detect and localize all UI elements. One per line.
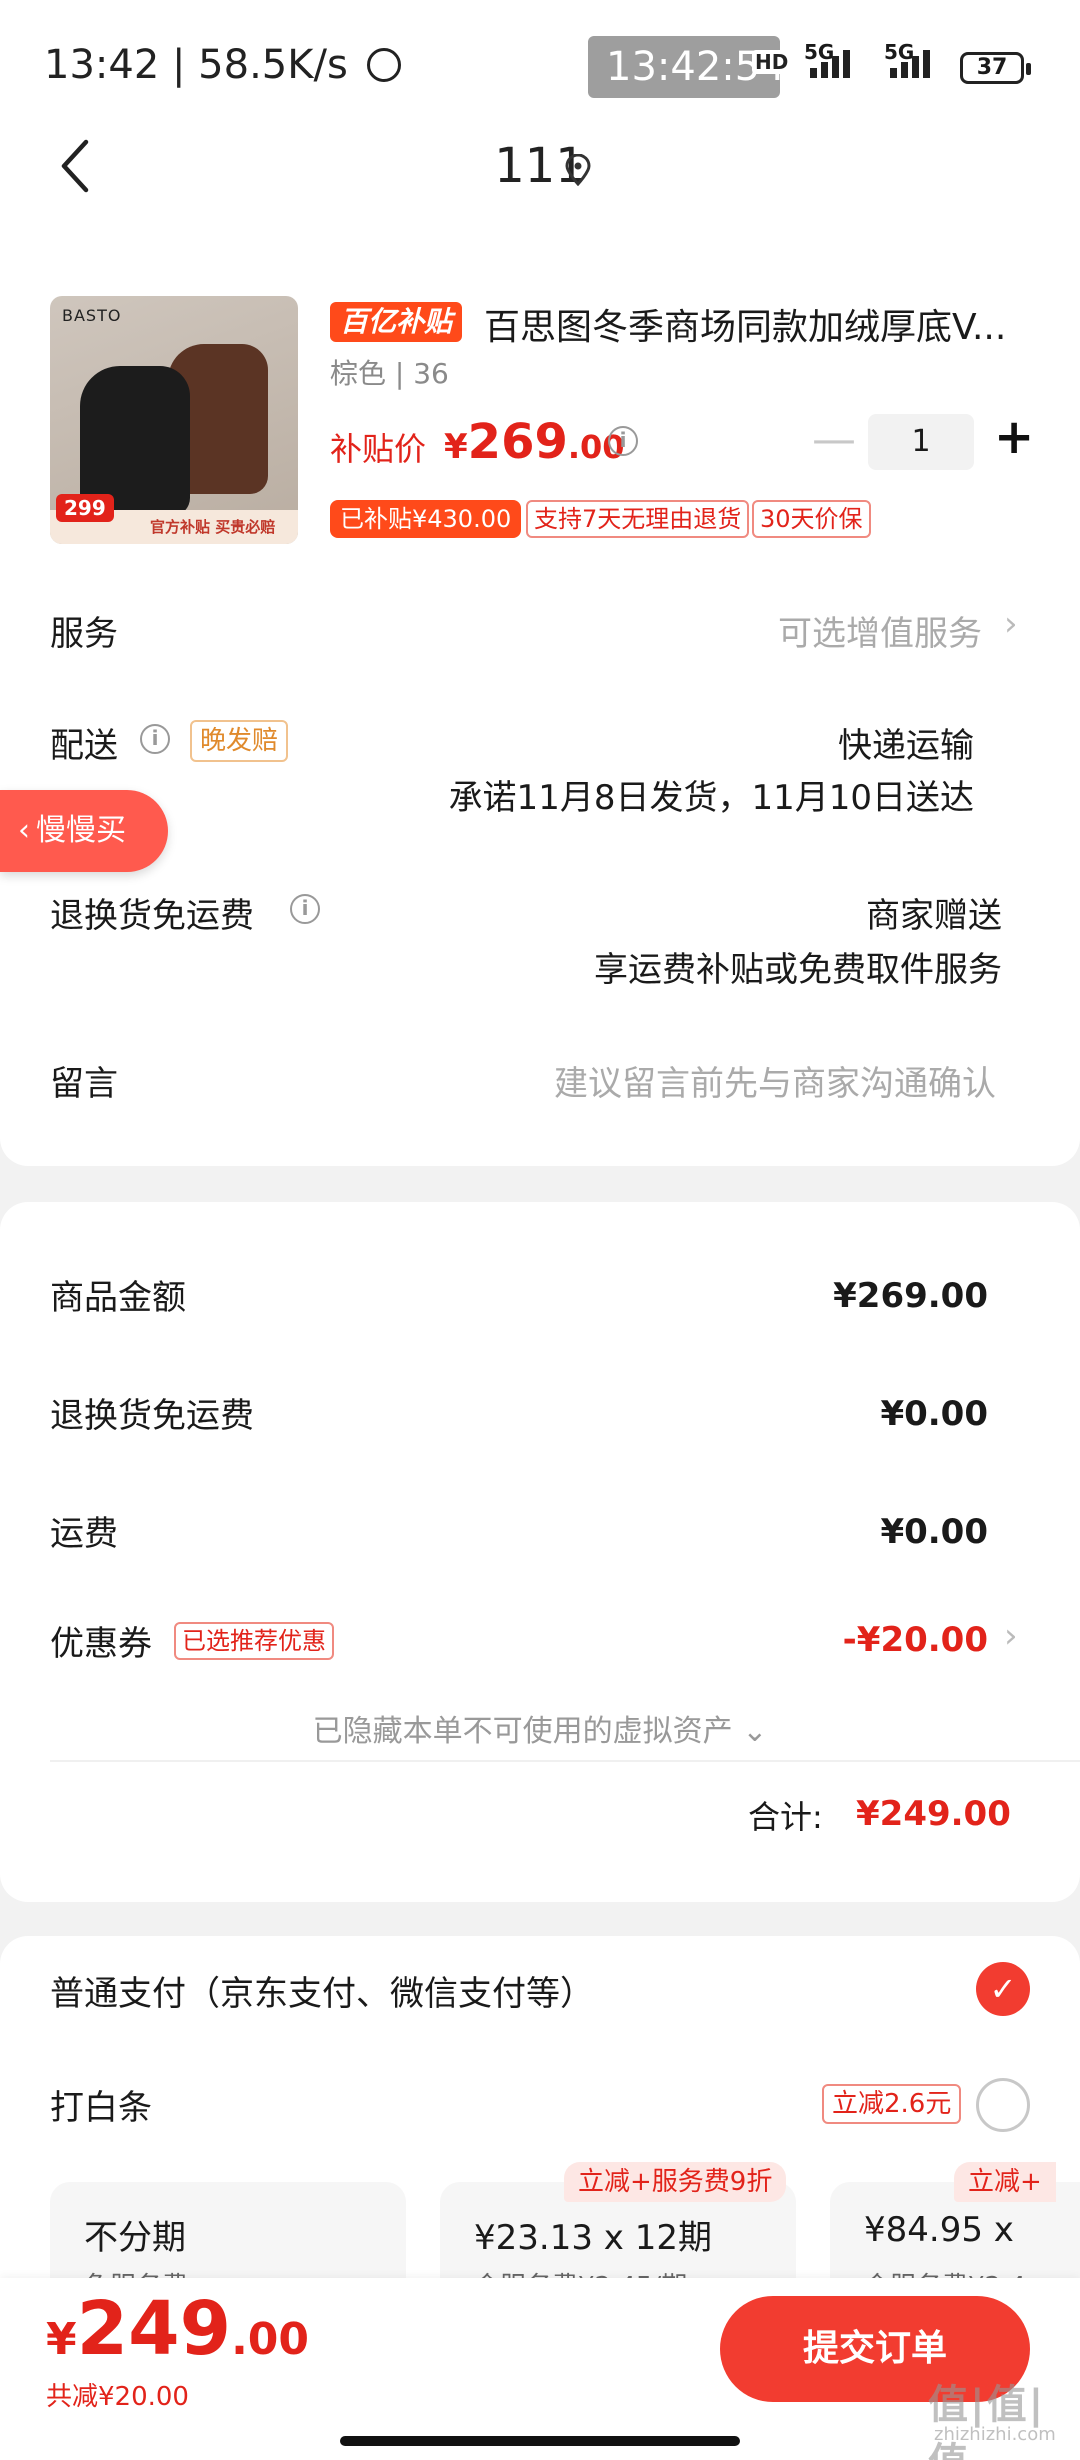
- chevron-left-icon: ‹: [18, 813, 30, 848]
- return-fee-label: 退换货免运费: [50, 1396, 254, 1436]
- plan-promo-badge: 立减+服务费9折: [564, 2162, 787, 2202]
- bottom-total-price: ¥249.00: [46, 2286, 309, 2372]
- hd-badge: HD: [752, 50, 792, 74]
- bottom-total-integer: 249: [76, 2286, 232, 2372]
- coupon-recommended-tag: 已选推荐优惠: [174, 1622, 334, 1660]
- message-input[interactable]: 建议留言前先与商家沟通确认: [554, 1056, 996, 1105]
- info-icon[interactable]: i: [290, 894, 320, 924]
- unchecked-radio[interactable]: [976, 2078, 1030, 2132]
- quantity-plus-button[interactable]: +: [994, 412, 1034, 462]
- delivery-label: 配送: [50, 726, 118, 766]
- return-fee-value: ¥0.00: [880, 1394, 988, 1434]
- service-value[interactable]: 可选增值服务: [778, 606, 982, 655]
- delivery-promise: 承诺11月8日发货，11月10日送达: [448, 778, 974, 818]
- quantity-minus-button[interactable]: —: [812, 418, 856, 462]
- home-indicator[interactable]: [340, 2436, 740, 2446]
- hidden-assets-text: 已隐藏本单不可使用的虚拟资产: [312, 1714, 733, 1749]
- slow-buy-label: 慢慢买: [36, 813, 126, 848]
- total-value: ¥249.00: [856, 1794, 1011, 1834]
- product-image[interactable]: BASTO 官方补贴 买贵必赔 299: [50, 296, 298, 544]
- price-label: 补贴价: [330, 430, 427, 468]
- hidden-assets-toggle[interactable]: 已隐藏本单不可使用的虚拟资产 ⌄: [0, 1706, 1080, 1750]
- shipping-fee-label: 运费: [50, 1514, 118, 1554]
- bottom-total-decimal: .00: [231, 2314, 310, 2365]
- plan-promo-badge: 立减+: [954, 2162, 1056, 2202]
- coupon-value[interactable]: -¥20.00: [843, 1620, 988, 1660]
- quantity-input[interactable]: 1: [868, 414, 974, 470]
- battery-level: 37: [976, 55, 1008, 80]
- goods-amount-label: 商品金额: [50, 1278, 186, 1318]
- chevron-right-icon[interactable]: ›: [1004, 1616, 1018, 1656]
- chevron-right-icon[interactable]: ›: [1004, 604, 1018, 644]
- return-shipping-sub: 享运费补贴或免费取件服务: [594, 950, 1002, 990]
- image-price-tag: 299: [56, 494, 114, 522]
- divider: [50, 1760, 1080, 1762]
- plan-title: 不分期: [84, 2218, 186, 2258]
- price-integer: 269: [467, 414, 568, 470]
- signal-icon-2: [890, 50, 934, 84]
- info-icon[interactable]: i: [140, 724, 170, 754]
- message-label: 留言: [50, 1064, 118, 1104]
- slow-buy-floating-button[interactable]: ‹ 慢慢买: [0, 790, 168, 872]
- location-pin-icon[interactable]: [564, 154, 592, 186]
- baitiao-discount-tag: 立减2.6元: [822, 2084, 962, 2124]
- service-label: 服务: [50, 614, 118, 654]
- baitiao-label[interactable]: 打白条: [50, 2080, 152, 2129]
- return-shipping-value: 商家赠送: [866, 896, 1002, 936]
- plan-title: ¥23.13 x 12期: [474, 2218, 712, 2258]
- bottom-saved-amount: 共减¥20.00: [46, 2382, 189, 2412]
- return-policy-tag: 支持7天无理由退货: [526, 500, 750, 538]
- checked-radio[interactable]: ✓: [976, 1962, 1030, 2016]
- return-shipping-label: 退换货免运费: [50, 896, 254, 936]
- price-currency: ¥: [444, 427, 468, 467]
- status-text: 13:42 | 58.5K/s: [44, 42, 348, 88]
- coupon-label: 优惠券: [50, 1624, 152, 1664]
- subsidy-amount-tag: 已补贴¥430.00: [330, 500, 522, 538]
- battery-icon: 37: [960, 52, 1031, 84]
- goods-amount-value: ¥269.00: [833, 1276, 988, 1316]
- delivery-method[interactable]: 快递运输: [838, 718, 974, 767]
- total-label: 合计:: [748, 1798, 823, 1836]
- product-spec[interactable]: 棕色 | 36: [330, 352, 449, 392]
- bottom-currency: ¥: [46, 2314, 77, 2365]
- price-protect-tag: 30天价保: [752, 500, 871, 538]
- product-name[interactable]: 百思图冬季商场同款加绒厚底V...: [484, 298, 1014, 350]
- alarm-clock-icon: [366, 48, 401, 82]
- info-icon[interactable]: i: [608, 426, 638, 456]
- normal-payment-label[interactable]: 普通支付（京东支付、微信支付等）: [50, 1966, 594, 2015]
- late-compensation-tag: 晚发赔: [190, 720, 289, 762]
- page-title: 111: [494, 138, 586, 194]
- watermark-site: zhizhizhi.com: [934, 2424, 1056, 2445]
- image-brand-text: BASTO: [62, 306, 122, 325]
- subsidy-logo: 百亿补贴: [330, 302, 463, 342]
- product-price: ¥269.00: [444, 414, 625, 470]
- status-time-speed: 13:42 | 58.5K/s: [44, 42, 401, 88]
- chevron-down-icon: ⌄: [732, 1714, 768, 1749]
- watermark-logo: 值|值|值: [928, 2382, 1046, 2460]
- plan-title: ¥84.95 x: [864, 2210, 1014, 2250]
- shipping-fee-value: ¥0.00: [880, 1512, 988, 1552]
- signal-icon-1: [810, 50, 854, 84]
